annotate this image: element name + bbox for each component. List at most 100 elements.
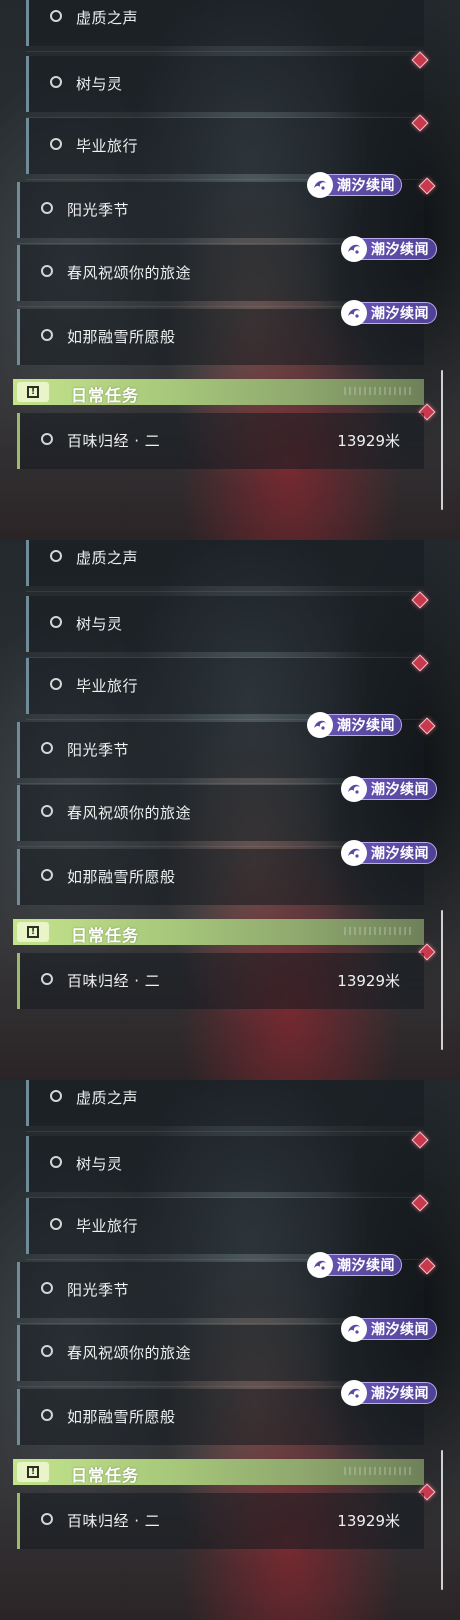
tide-swirl-icon [307,712,333,738]
circle-outline-icon [41,202,53,214]
circle-outline-icon [50,1090,62,1102]
quest-title: 树与灵 [76,75,123,93]
quest-title: 如那融雪所愿般 [67,868,176,886]
quest-item[interactable]: 毕业旅行 [26,658,424,720]
quest-title: 虚质之声 [76,1089,139,1107]
quest-title: 虚质之声 [76,549,139,567]
tide-swirl-icon [341,1316,367,1342]
quest-item[interactable]: 毕业旅行 [26,118,424,180]
daily-quest-item[interactable]: 百味归经 · 二 13929米 [17,413,424,469]
quest-title: 百味归经 · 二 [67,972,161,990]
circle-outline-icon [50,76,62,88]
scrollbar[interactable] [441,1450,443,1590]
quest-item[interactable]: 毕业旅行 [26,1198,424,1260]
quest-title: 毕业旅行 [76,1217,139,1235]
circle-outline-icon [50,1156,62,1168]
daily-quest-header-title: 日常任务 [71,926,140,945]
event-tag-label: 潮汐续闻 [371,1386,429,1402]
event-tag-label: 潮汐续闻 [371,306,429,322]
scrollbar[interactable] [441,370,443,510]
quest-title: 阳光季节 [67,741,130,759]
quest-panel: 虚质之声 树与灵 毕业旅行 阳光季节 春风祝颂你的旅途 如那融雪所愿般 潮汐续闻… [0,540,460,1080]
quest-title: 毕业旅行 [76,137,139,155]
circle-outline-icon [41,433,53,445]
quest-panel: 虚质之声 树与灵 毕业旅行 阳光季节 春风祝颂你的旅途 如那融雪所愿般 潮汐续闻… [0,1080,460,1620]
circle-outline-icon [41,329,53,341]
daily-quest-header[interactable]: ! 日常任务 [13,919,424,945]
circle-outline-icon [41,1409,53,1421]
event-tag: 潮汐续闻 [307,1252,402,1278]
daily-quest-header-title: 日常任务 [71,386,140,405]
quest-item[interactable]: 树与灵 [26,596,424,658]
quest-distance: 13929米 [337,972,400,990]
quest-title: 阳光季节 [67,1281,130,1299]
screenshot-stack: 虚质之声 树与灵 毕业旅行 阳光季节 春风祝颂你的旅途 如那融雪所愿般 潮汐续闻… [0,0,460,1620]
quest-item[interactable]: 虚质之声 [26,0,424,52]
event-tag: 潮汐续闻 [307,712,402,738]
event-tag: 潮汐续闻 [341,840,437,866]
daily-quest-header[interactable]: ! 日常任务 [13,379,424,405]
exclamation-box-icon: ! [17,922,49,942]
event-tag-label: 潮汐续闻 [371,242,429,258]
quest-title: 如那融雪所愿般 [67,328,176,346]
quest-title: 百味归经 · 二 [67,1512,161,1530]
circle-outline-icon [41,973,53,985]
daily-quest-item[interactable]: 百味归经 · 二 13929米 [17,1493,424,1549]
circle-outline-icon [41,1513,53,1525]
event-tag-label: 潮汐续闻 [337,178,395,194]
event-tag: 潮汐续闻 [341,236,437,262]
quest-item[interactable]: 虚质之声 [26,540,424,592]
daily-quest-header[interactable]: ! 日常任务 [13,1459,424,1485]
divider [26,1131,424,1132]
quest-title: 春风祝颂你的旅途 [67,804,192,822]
quest-distance: 13929米 [337,432,400,450]
quest-item[interactable]: 树与灵 [26,1136,424,1198]
scrollbar[interactable] [441,910,443,1050]
circle-outline-icon [41,1282,53,1294]
tide-swirl-icon [341,1380,367,1406]
tide-swirl-icon [341,776,367,802]
event-tag-label: 潮汐续闻 [337,718,395,734]
quest-title: 毕业旅行 [76,677,139,695]
circle-outline-icon [50,550,62,562]
exclamation-box-icon: ! [17,382,49,402]
circle-outline-icon [41,805,53,817]
quest-title: 虚质之声 [76,9,139,27]
tide-swirl-icon [307,172,333,198]
daily-quest-item[interactable]: 百味归经 · 二 13929米 [17,953,424,1009]
circle-outline-icon [41,742,53,754]
exclamation-box-icon: ! [17,1462,49,1482]
tide-swirl-icon [341,840,367,866]
divider [26,51,424,52]
quest-item[interactable]: 虚质之声 [26,1080,424,1132]
event-tag: 潮汐续闻 [307,172,402,198]
quest-title: 树与灵 [76,615,123,633]
quest-title: 春风祝颂你的旅途 [67,264,192,282]
divider [26,591,424,592]
circle-outline-icon [41,265,53,277]
circle-outline-icon [41,1345,53,1357]
event-tag-label: 潮汐续闻 [371,782,429,798]
quest-title: 阳光季节 [67,201,130,219]
event-tag: 潮汐续闻 [341,776,437,802]
circle-outline-icon [50,678,62,690]
event-tag-label: 潮汐续闻 [371,1322,429,1338]
daily-quest-header-title: 日常任务 [71,1466,140,1485]
header-decoration [344,1467,414,1475]
quest-item[interactable]: 树与灵 [26,56,424,118]
circle-outline-icon [41,869,53,881]
circle-outline-icon [50,10,62,22]
event-tag: 潮汐续闻 [341,300,437,326]
event-tag: 潮汐续闻 [341,1316,437,1342]
circle-outline-icon [50,138,62,150]
quest-title: 百味归经 · 二 [67,432,161,450]
quest-title: 如那融雪所愿般 [67,1408,176,1426]
tide-swirl-icon [307,1252,333,1278]
quest-distance: 13929米 [337,1512,400,1530]
header-decoration [344,927,414,935]
tide-swirl-icon [341,300,367,326]
event-tag-label: 潮汐续闻 [337,1258,395,1274]
circle-outline-icon [50,1218,62,1230]
header-decoration [344,387,414,395]
tide-swirl-icon [341,236,367,262]
